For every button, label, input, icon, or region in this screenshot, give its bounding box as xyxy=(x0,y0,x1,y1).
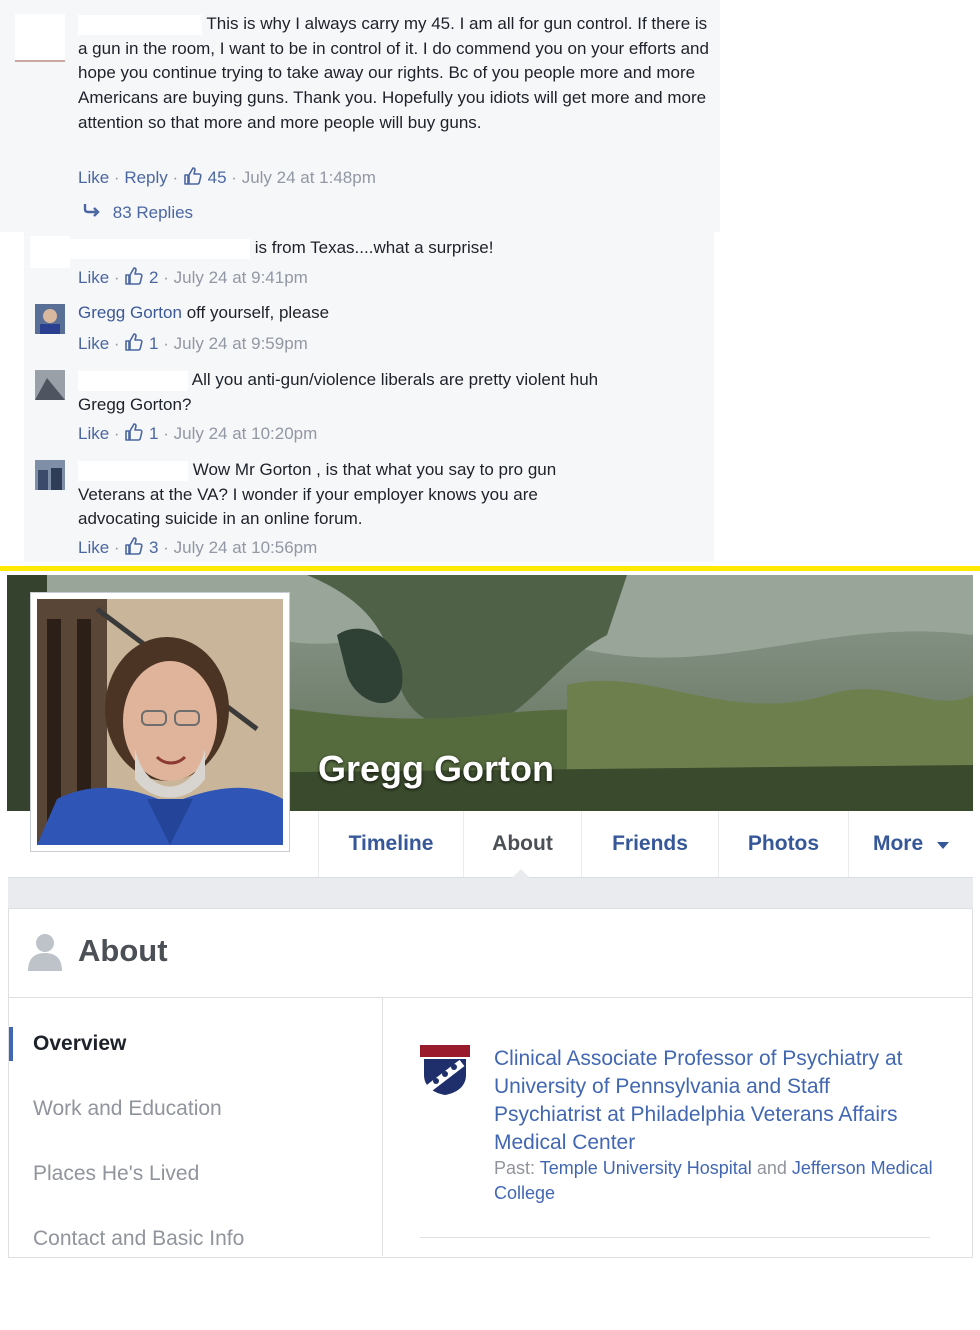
thumbs-up-icon xyxy=(124,266,144,291)
main-comment-meta: Like · Reply · 45 · July 24 at 1:48pm xyxy=(78,166,376,191)
page-bottom xyxy=(0,1258,980,1330)
reply-3: All you anti-gun/violence liberals are p… xyxy=(78,368,698,417)
avatar[interactable] xyxy=(35,370,65,400)
reply-2-text: off yourself, please xyxy=(186,303,330,322)
active-sidebar-indicator xyxy=(9,1027,13,1061)
sidebar-item-overview[interactable]: Overview xyxy=(33,1032,126,1056)
reply-3-meta: Like · 1 · July 24 at 10:20pm xyxy=(78,422,317,447)
reply-2: Gregg Gorton off yourself, please xyxy=(78,301,329,326)
like-count[interactable]: 45 xyxy=(208,168,227,187)
past-label: Past: xyxy=(494,1158,536,1178)
section-spacer xyxy=(8,878,973,908)
reply-4-meta: Like · 3 · July 24 at 10:56pm xyxy=(78,536,317,561)
redacted-name xyxy=(70,238,250,259)
like-count[interactable]: 1 xyxy=(149,424,158,443)
thumbs-up-icon xyxy=(183,166,203,191)
sidebar-divider xyxy=(382,998,383,1256)
tab-friends[interactable]: Friends xyxy=(581,811,718,877)
past-employer-link[interactable]: Temple University Hospital xyxy=(540,1158,752,1178)
like-count[interactable]: 1 xyxy=(149,334,158,353)
thumbs-up-icon xyxy=(124,536,144,561)
tab-about[interactable]: About xyxy=(463,811,581,877)
replies-count-label[interactable]: 83 Replies xyxy=(113,203,193,222)
redacted-avatar xyxy=(30,236,70,268)
reply-link[interactable]: Reply xyxy=(124,168,167,187)
like-count[interactable]: 2 xyxy=(149,268,158,287)
reply-4: Wow Mr Gorton , is that what you say to … xyxy=(78,458,618,532)
main-comment: This is why I always carry my 45. I am a… xyxy=(78,12,714,136)
tab-photos[interactable]: Photos xyxy=(718,811,848,877)
sidebar-item-contact-info[interactable]: Contact and Basic Info xyxy=(33,1227,244,1251)
thumbs-up-icon xyxy=(124,422,144,447)
active-tab-indicator xyxy=(512,869,530,878)
comment-timestamp[interactable]: July 24 at 10:56pm xyxy=(174,538,318,557)
tab-more[interactable]: More xyxy=(848,811,973,877)
reply-4-text-rest: Veterans at the VA? I wonder if your emp… xyxy=(78,484,538,529)
redacted-name xyxy=(78,460,188,481)
profile-name[interactable]: Gregg Gorton xyxy=(318,748,554,790)
sidebar-item-work-and-education[interactable]: Work and Education xyxy=(33,1097,222,1121)
view-replies-link[interactable]: 83 Replies xyxy=(82,202,193,223)
person-icon xyxy=(28,933,62,976)
reply-1-text: is from Texas....what a surprise! xyxy=(254,238,494,257)
about-title: About xyxy=(78,933,168,968)
profile-picture[interactable] xyxy=(30,592,290,852)
and-label: and xyxy=(756,1158,787,1178)
screenshot-divider xyxy=(0,566,980,571)
like-link[interactable]: Like xyxy=(78,424,109,443)
tab-more-label: More xyxy=(872,832,924,855)
reply-3-text-line2: Gregg Gorton? xyxy=(78,394,192,414)
comment-timestamp[interactable]: July 24 at 1:48pm xyxy=(242,168,376,187)
comment-timestamp[interactable]: July 24 at 9:59pm xyxy=(174,334,308,353)
comment-timestamp[interactable]: July 24 at 10:20pm xyxy=(174,424,318,443)
avatar[interactable] xyxy=(35,304,65,334)
work-position-link[interactable]: Clinical Associate Professor of Psychiat… xyxy=(494,1045,934,1157)
main-comment-text-line1: This is why I always carry my 45. I am a… xyxy=(206,14,647,33)
sidebar-item-places-lived[interactable]: Places He's Lived xyxy=(33,1162,199,1186)
like-link[interactable]: Like xyxy=(78,334,109,353)
like-count[interactable]: 3 xyxy=(149,538,158,557)
redacted-name xyxy=(78,370,188,391)
caret-down-icon xyxy=(937,811,950,877)
section-divider xyxy=(420,1237,930,1238)
redacted-avatar xyxy=(15,14,65,62)
tab-timeline[interactable]: Timeline xyxy=(318,811,463,877)
redacted-name xyxy=(78,14,202,35)
avatar[interactable] xyxy=(35,460,65,490)
comment-timestamp[interactable]: July 24 at 9:41pm xyxy=(174,268,308,287)
work-past: Past: Temple University Hospital and Jef… xyxy=(494,1156,934,1206)
reply-4-text-line1: Wow Mr Gorton , is that what you say to … xyxy=(192,460,557,479)
like-link[interactable]: Like xyxy=(78,268,109,287)
university-shield-icon[interactable] xyxy=(420,1045,470,1095)
reply-3-text-line1: All you anti-gun/violence liberals are p… xyxy=(191,370,599,389)
reply-2-meta: Like · 1 · July 24 at 9:59pm xyxy=(78,332,308,357)
reply-1-meta: Like · 2 · July 24 at 9:41pm xyxy=(78,266,308,291)
like-link[interactable]: Like xyxy=(78,538,109,557)
thumbs-up-icon xyxy=(124,332,144,357)
reply-1: is from Texas....what a surprise! xyxy=(70,236,493,261)
author-link[interactable]: Gregg Gorton xyxy=(78,303,182,322)
like-link[interactable]: Like xyxy=(78,168,109,187)
reply-arrow-icon xyxy=(82,202,108,223)
